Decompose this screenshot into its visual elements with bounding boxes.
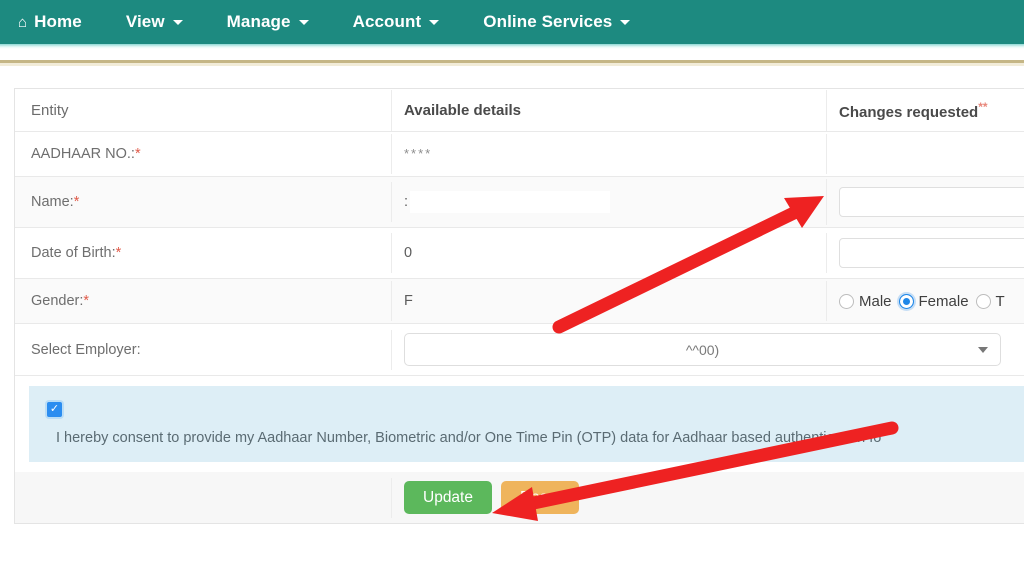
changes-cell-gender: Male Female T — [827, 283, 1024, 320]
nav-item-view[interactable]: View — [126, 12, 183, 32]
nav-item-manage-label: Manage — [226, 12, 291, 31]
table-header-row: Entity Available details Changes request… — [15, 89, 1024, 132]
row-label-text: Date of Birth: — [31, 245, 116, 261]
actions-row: Update Reset — [15, 472, 1024, 524]
employer-select[interactable]: ^^00) — [404, 333, 1001, 366]
radio-option-transgender[interactable]: T — [975, 292, 1005, 310]
gender-radio-group: Male Female T — [839, 293, 1024, 310]
radio-label: Male — [859, 292, 892, 310]
partial-value: : — [404, 193, 409, 210]
row-label-text: Gender: — [31, 293, 84, 309]
nav-item-manage[interactable]: Manage — [227, 12, 309, 32]
column-header-changes-requested: Changes requested** — [827, 90, 1024, 131]
date-of-birth-change-input[interactable] — [839, 238, 1024, 268]
changes-required-marker: ** — [978, 99, 988, 114]
partial-value: F — [404, 293, 413, 309]
row-label-gender: Gender:* — [15, 281, 392, 321]
chevron-down-icon — [620, 19, 631, 25]
row-label-text: AADHAAR NO.: — [31, 146, 135, 162]
column-header-entity: Entity — [15, 89, 392, 131]
table-row: Date of Birth:* 0 — [15, 228, 1024, 279]
employer-select-cell: ^^00) — [392, 324, 1024, 375]
required-asterisk: * — [134, 146, 141, 162]
chevron-down-icon — [978, 346, 988, 353]
nav-item-home[interactable]: ⌂ Home — [18, 12, 82, 32]
table-row: Gender:* F Male Female T — [15, 279, 1024, 324]
nav-item-account[interactable]: Account — [353, 12, 440, 32]
nav-item-home-label: Home — [34, 12, 82, 31]
gold-divider-shadow — [0, 63, 1024, 66]
column-header-changes-label: Changes requested — [839, 103, 979, 121]
row-label-date-of-birth: Date of Birth:* — [15, 233, 392, 273]
page-root: ⌂ Home View Manage Account Online Servic… — [0, 0, 1024, 576]
required-asterisk: * — [73, 194, 80, 210]
table-row: Name:* : — [15, 177, 1024, 228]
actions-cell: Update Reset — [392, 473, 1024, 523]
radio-circle-icon[interactable] — [975, 293, 991, 309]
row-label-select-employer: Select Employer: — [15, 329, 392, 370]
navbar-underglow — [0, 44, 1024, 49]
available-value-name: : — [392, 179, 827, 225]
table-row: AADHAAR NO.:* **** — [15, 132, 1024, 177]
actions-row-spacer — [15, 477, 392, 518]
required-asterisk: * — [115, 245, 122, 261]
radio-option-female[interactable]: Female — [898, 292, 969, 310]
masked-value: **** — [404, 146, 433, 161]
available-value-date-of-birth: 0 — [392, 233, 827, 273]
changes-cell-name — [827, 177, 1024, 227]
redaction-bar — [410, 191, 611, 213]
available-value-gender: F — [392, 281, 827, 321]
top-navbar: ⌂ Home View Manage Account Online Servic… — [0, 0, 1024, 44]
employer-select-value: ^^00) — [685, 341, 720, 358]
radio-option-male[interactable]: Male — [839, 293, 892, 310]
row-label-name: Name:* — [15, 182, 392, 222]
consent-checkbox[interactable]: ✓ — [47, 402, 62, 417]
reset-button[interactable]: Reset — [500, 480, 580, 515]
radio-label: T — [995, 292, 1005, 310]
row-label-text: Name: — [31, 194, 74, 210]
update-button[interactable]: Update — [404, 480, 492, 515]
required-asterisk: * — [83, 293, 90, 309]
home-icon: ⌂ — [18, 13, 28, 31]
consent-row: ✓ I hereby consent to provide my Aadhaar… — [15, 376, 1024, 472]
nav-item-view-label: View — [125, 12, 165, 31]
row-label-aadhaar: AADHAAR NO.:* — [15, 134, 392, 174]
consent-band: ✓ I hereby consent to provide my Aadhaar… — [29, 386, 1024, 462]
chevron-down-icon — [298, 19, 309, 25]
profile-update-table: Entity Available details Changes request… — [14, 88, 1024, 524]
changes-cell-date-of-birth — [827, 228, 1024, 278]
consent-text: I hereby consent to provide my Aadhaar N… — [56, 430, 882, 446]
nav-item-online-services-label: Online Services — [483, 12, 613, 31]
chevron-down-icon — [429, 19, 440, 25]
radio-circle-icon[interactable] — [839, 293, 854, 309]
available-value-aadhaar: **** — [392, 134, 827, 174]
nav-item-online-services[interactable]: Online Services — [483, 12, 631, 32]
chevron-down-icon — [172, 19, 183, 25]
changes-cell-aadhaar — [827, 144, 1024, 164]
radio-label: Female — [918, 292, 969, 310]
radio-circle-selected-icon[interactable] — [898, 293, 914, 309]
row-label-text: Select Employer: — [31, 341, 141, 358]
name-change-input[interactable] — [839, 187, 1024, 217]
nav-item-account-label: Account — [352, 12, 422, 31]
table-row: Select Employer: ^^00) — [15, 324, 1024, 376]
consent-row-inner: ✓ I hereby consent to provide my Aadhaar… — [15, 376, 1024, 472]
partial-value: 0 — [404, 245, 413, 261]
column-header-available-details: Available details — [392, 89, 827, 131]
